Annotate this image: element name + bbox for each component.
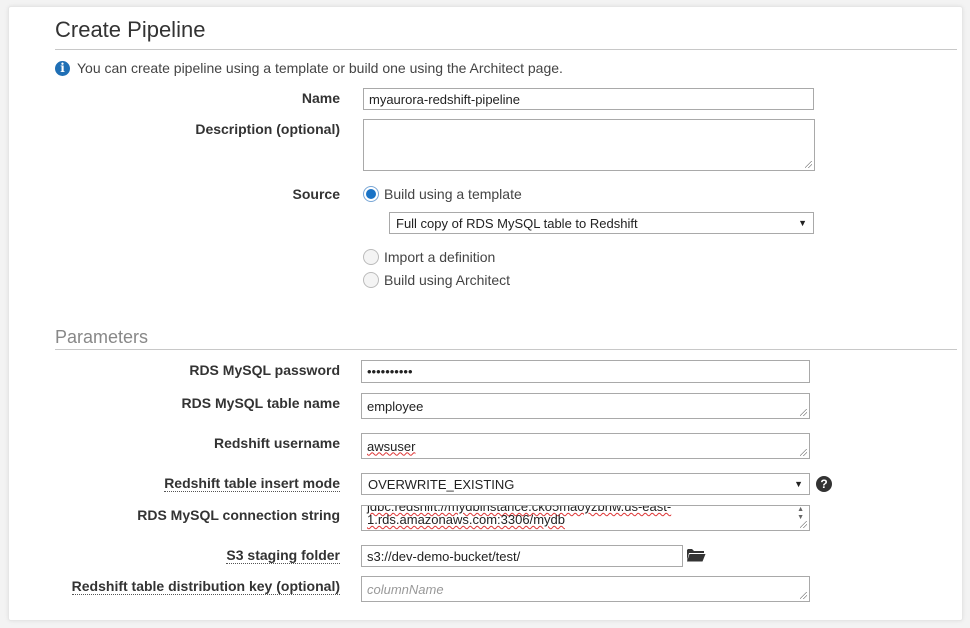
- rds-table-label: RDS MySQL table name: [181, 395, 340, 411]
- source-architect-label: Build using Architect: [384, 272, 511, 288]
- template-select[interactable]: Full copy of RDS MySQL table to Redshift…: [389, 212, 814, 234]
- chevron-down-icon: ▼: [798, 218, 807, 228]
- description-label: Description (optional): [195, 121, 340, 137]
- insert-mode-label-text: Redshift table insert mode: [164, 475, 340, 492]
- rds-password-label: RDS MySQL password: [189, 362, 340, 378]
- s3-folder-input[interactable]: s3://dev-demo-bucket/test/: [361, 545, 683, 567]
- rds-table-input[interactable]: employee: [361, 393, 810, 419]
- template-select-value: Full copy of RDS MySQL table to Redshift: [396, 215, 638, 231]
- name-input[interactable]: myaurora-redshift-pipeline: [363, 88, 814, 110]
- source-import-radio[interactable]: [363, 249, 379, 265]
- description-textarea[interactable]: [363, 119, 815, 171]
- source-import-option[interactable]: Import a definition: [363, 249, 495, 265]
- redshift-username-value: awsuser: [367, 438, 416, 454]
- conn-string-line-2: 1.rds.amazonaws.com:3306/mydb: [367, 512, 565, 527]
- folder-open-icon[interactable]: [686, 547, 706, 563]
- s3-folder-label: S3 staging folder: [69, 547, 340, 564]
- source-template-option[interactable]: Build using a template: [363, 186, 522, 202]
- insert-mode-select[interactable]: OVERWRITE_EXISTING ▼: [361, 473, 810, 495]
- dist-key-input[interactable]: columnName: [361, 576, 810, 602]
- redshift-username-label: Redshift username: [213, 435, 340, 451]
- info-text: You can create pipeline using a template…: [77, 60, 563, 76]
- source-label: Source: [292, 186, 340, 202]
- chevron-down-icon: ▼: [794, 479, 803, 489]
- source-import-label: Import a definition: [384, 249, 496, 265]
- dist-key-label: Redshift table distribution key (optiona…: [49, 578, 340, 595]
- info-message: i You can create pipeline using a templa…: [55, 60, 563, 76]
- rds-password-input[interactable]: ••••••••••: [361, 360, 810, 383]
- insert-mode-value: OVERWRITE_EXISTING: [368, 476, 515, 492]
- parameters-heading: Parameters: [55, 327, 149, 347]
- source-template-radio[interactable]: [363, 186, 379, 202]
- dist-key-label-text: Redshift table distribution key (optiona…: [71, 578, 340, 595]
- insert-mode-label: Redshift table insert mode: [69, 475, 340, 492]
- conn-string-textarea[interactable]: jdbc:redshift://mydbinstance.cko5ma0yzbn…: [361, 505, 810, 531]
- redshift-username-input[interactable]: awsuser: [361, 433, 810, 459]
- source-architect-option[interactable]: Build using Architect: [363, 272, 510, 288]
- name-label: Name: [301, 90, 340, 106]
- s3-folder-label-text: S3 staging folder: [226, 547, 340, 564]
- help-icon[interactable]: ?: [816, 476, 832, 492]
- scroll-arrows-icon[interactable]: ▲ ▼: [797, 506, 804, 522]
- parameters-divider: [55, 349, 957, 350]
- info-icon: i: [55, 60, 70, 76]
- create-pipeline-panel: Create Pipeline i You can create pipelin…: [8, 6, 963, 621]
- title-divider: [55, 49, 957, 50]
- source-template-label: Build using a template: [384, 186, 522, 202]
- conn-string-label: RDS MySQL connection string: [137, 507, 340, 523]
- source-architect-radio[interactable]: [363, 272, 379, 288]
- page-title: Create Pipeline: [55, 17, 206, 42]
